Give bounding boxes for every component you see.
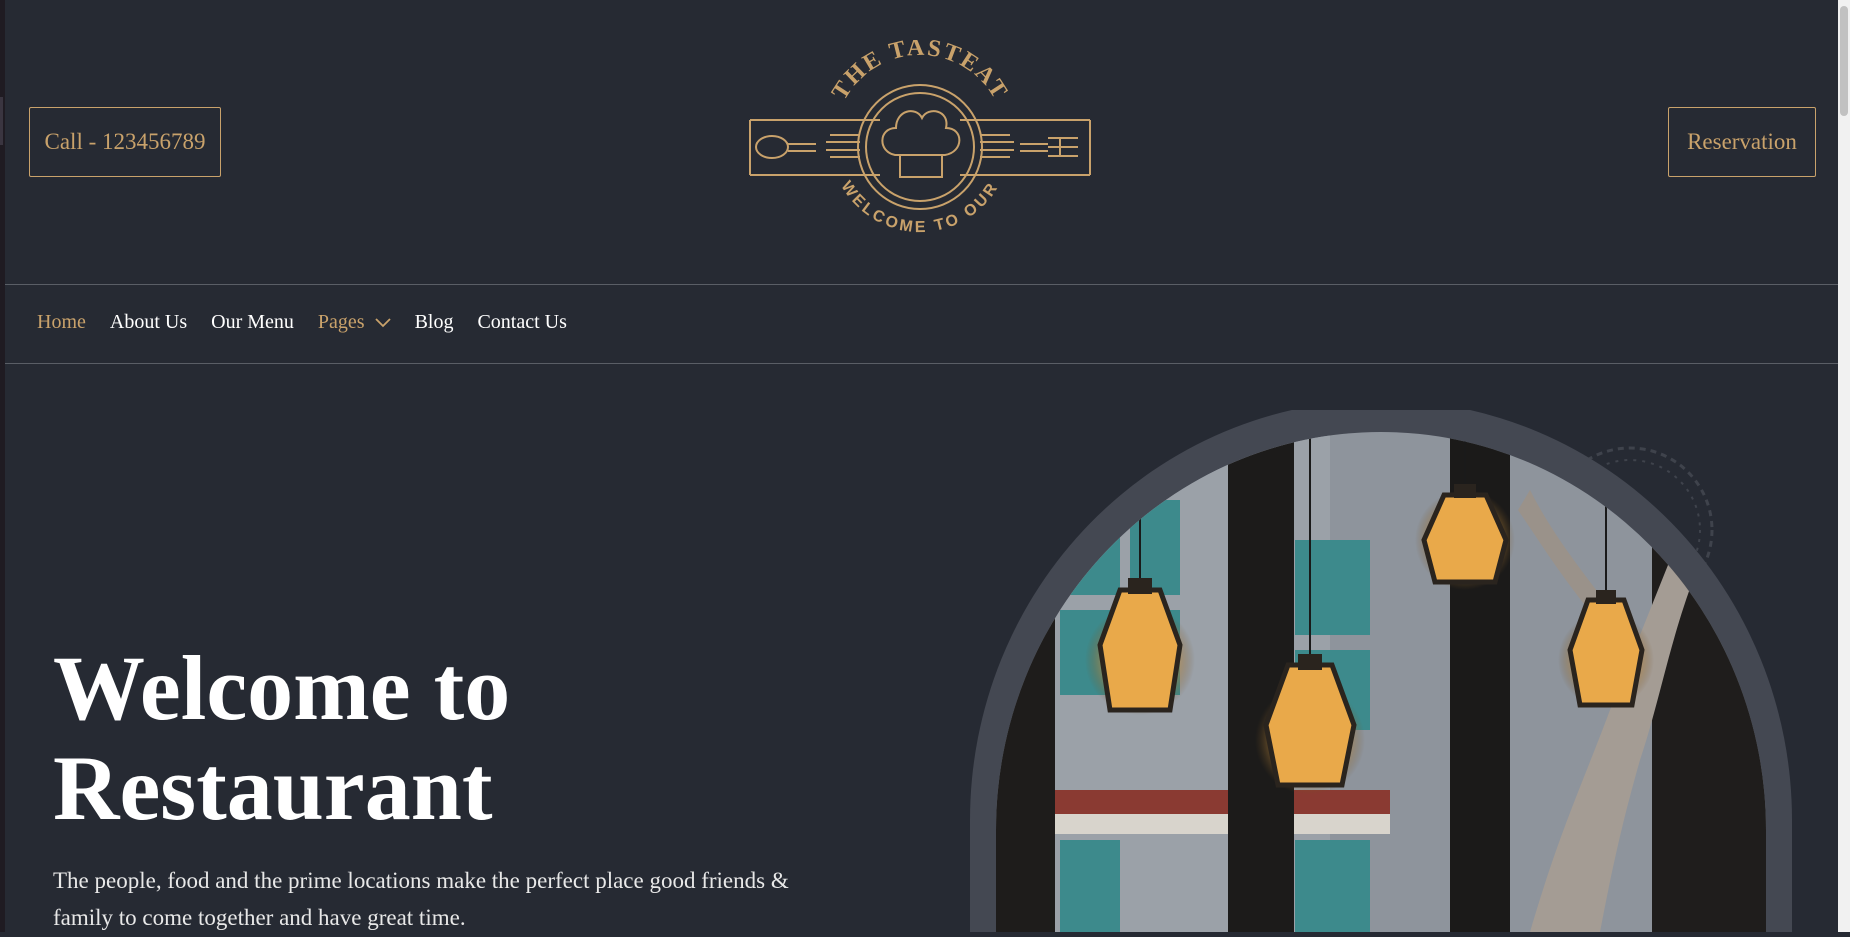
logo-bottom-text: WELCOME TO OUR <box>837 178 999 236</box>
chef-hat-icon <box>881 110 961 178</box>
nav-item-contact-us[interactable]: Contact Us <box>477 311 566 334</box>
site-logo[interactable]: THE TASTEAT WELCOME TO OUR <box>730 35 1120 240</box>
nav-item-our-menu[interactable]: Our Menu <box>211 311 294 334</box>
spoon-icon <box>755 135 816 159</box>
hero-title-line2: Restaurant <box>53 737 493 839</box>
edge-mark <box>0 97 3 145</box>
hero-arch-photo <box>970 410 1792 932</box>
nav-item-pages[interactable]: Pages <box>318 311 391 334</box>
call-button[interactable]: Call - 123456789 <box>29 107 221 177</box>
hero-description: The people, food and the prime locations… <box>53 868 789 930</box>
hero-title: Welcome to Restaurant <box>53 638 510 838</box>
hero-image <box>970 410 1792 932</box>
nav-item-pages-label: Pages <box>317 311 365 333</box>
page-scrollbar[interactable] <box>1838 0 1850 932</box>
hero-title-line1: Welcome to <box>53 637 511 739</box>
nav-list: Home About Us Our Menu Pages Blog Contac… <box>37 311 591 334</box>
fork-icon <box>1020 137 1078 157</box>
svg-text:WELCOME TO OUR: WELCOME TO OUR <box>837 178 1002 236</box>
nav-item-home[interactable]: Home <box>37 311 86 334</box>
logo-top-text: THE TASTEAT <box>827 35 1011 105</box>
site-header: Call - 123456789 THE TASTEAT WELCOME TO … <box>5 0 1838 285</box>
svg-text:THE TASTEAT: THE TASTEAT <box>827 40 1013 105</box>
chevron-down-icon <box>374 311 391 334</box>
nav-item-blog[interactable]: Blog <box>415 311 454 334</box>
logo-emblem: THE TASTEAT WELCOME TO OUR <box>749 35 1091 236</box>
scrollbar-thumb[interactable] <box>1840 6 1848 116</box>
main-nav: Home About Us Our Menu Pages Blog Contac… <box>5 285 1838 364</box>
nav-item-about-us[interactable]: About Us <box>110 311 187 334</box>
reservation-button[interactable]: Reservation <box>1668 107 1816 177</box>
